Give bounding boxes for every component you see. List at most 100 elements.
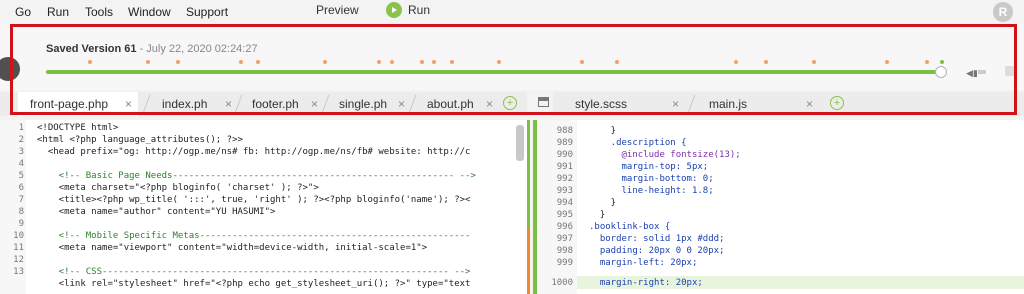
menu-tools[interactable]: Tools xyxy=(85,5,113,19)
revision-marker[interactable] xyxy=(420,60,424,64)
line-number: 2 xyxy=(18,135,24,145)
revision-marker[interactable] xyxy=(323,60,327,64)
change-marker-added xyxy=(527,120,530,228)
close-icon[interactable]: × xyxy=(311,97,318,111)
code-line: <html <?php language_attributes(); ?>> xyxy=(37,135,243,145)
line-number: 5 xyxy=(18,171,24,181)
preview-button[interactable]: Preview xyxy=(316,3,359,17)
line-number: 995 xyxy=(556,210,573,220)
play-icon xyxy=(386,2,402,18)
version-history-panel: Saved Version 61 - July 22, 2020 02:24:2… xyxy=(0,24,1024,90)
code-line: <head prefix="og: http://ogp.me/ns# fb: … xyxy=(37,147,471,157)
revision-marker[interactable] xyxy=(432,60,436,64)
code-line: } xyxy=(589,126,617,136)
revision-marker[interactable] xyxy=(88,60,92,64)
tab-style-scss[interactable]: style.scss × xyxy=(563,92,685,116)
line-number: 12 xyxy=(13,255,24,265)
history-slider-track[interactable] xyxy=(46,70,942,74)
revision-marker[interactable] xyxy=(390,60,394,64)
line-number: 9 xyxy=(18,219,24,229)
revision-marker[interactable] xyxy=(940,60,944,64)
line-number: 10 xyxy=(13,231,24,241)
menu-run[interactable]: Run xyxy=(47,5,69,19)
history-toggle-button[interactable] xyxy=(0,57,20,81)
tab-front-page[interactable]: front-page.php × xyxy=(18,92,138,116)
tab-main-js[interactable]: main.js × xyxy=(697,92,819,116)
tab-divider xyxy=(687,95,696,113)
close-icon[interactable]: × xyxy=(486,97,493,111)
panel-layout-icon[interactable] xyxy=(538,97,549,107)
menu-go[interactable]: Go xyxy=(15,5,31,19)
code-line: <title><?php wp_title( ':::', true, 'rig… xyxy=(37,195,471,205)
line-number: 1000 xyxy=(551,278,573,288)
revision-marker[interactable] xyxy=(239,60,243,64)
run-label: Run xyxy=(408,3,431,17)
editor-scrollbar[interactable] xyxy=(516,125,524,161)
code-line: border: solid 1px #ddd; xyxy=(589,234,725,244)
tab-footer[interactable]: footer.ph × xyxy=(240,92,324,116)
line-number: 996 xyxy=(556,222,573,232)
run-button[interactable]: Run xyxy=(386,2,430,18)
code-line: <!-- Basic Page Needs-------------------… xyxy=(37,171,476,181)
code-line: <meta name="author" content="YU HASUMI"> xyxy=(37,207,276,217)
left-tab-bar: front-page.php × index.ph × footer.ph × … xyxy=(0,92,527,116)
line-number: 3 xyxy=(18,147,24,157)
line-number: 6 xyxy=(18,183,24,193)
close-icon[interactable]: × xyxy=(225,97,232,111)
left-code-editor[interactable]: 1 2 3 4 5 6 7 8 9 10 11 12 13 <!DOCTYPE … xyxy=(0,120,527,294)
close-icon[interactable]: × xyxy=(672,97,679,111)
tab-single[interactable]: single.ph × xyxy=(327,92,411,116)
code-line: .description { xyxy=(589,138,687,148)
volume-track[interactable] xyxy=(978,70,986,74)
tab-index[interactable]: index.ph × xyxy=(150,92,238,116)
code-line: margin-top: 5px; xyxy=(589,162,709,172)
revision-marker[interactable] xyxy=(885,60,889,64)
revision-marker[interactable] xyxy=(176,60,180,64)
revision-marker[interactable] xyxy=(146,60,150,64)
fullscreen-icon[interactable] xyxy=(1005,66,1015,76)
menu-support[interactable]: Support xyxy=(186,5,228,19)
tab-label: about.ph xyxy=(427,97,474,111)
tab-label: front-page.php xyxy=(30,97,109,111)
avatar[interactable]: R xyxy=(993,2,1013,22)
code-line: <!DOCTYPE html> xyxy=(37,123,119,133)
code-line: } xyxy=(589,198,617,208)
code-line: <link rel="stylesheet" href="<?php echo … xyxy=(37,279,471,289)
line-number: 992 xyxy=(556,174,573,184)
close-icon[interactable]: × xyxy=(398,97,405,111)
code-line: .booklink-box { xyxy=(589,222,671,232)
revision-marker[interactable] xyxy=(925,60,929,64)
revision-marker[interactable] xyxy=(497,60,501,64)
line-number: 11 xyxy=(13,243,24,253)
close-icon[interactable]: × xyxy=(806,97,813,111)
code-line: <!-- CSS--------------------------------… xyxy=(37,267,471,277)
add-tab-icon[interactable]: + xyxy=(503,96,517,110)
revision-marker[interactable] xyxy=(580,60,584,64)
line-number: 990 xyxy=(556,150,573,160)
revision-marker[interactable] xyxy=(450,60,454,64)
revision-marker[interactable] xyxy=(734,60,738,64)
change-marker-modified xyxy=(527,228,530,294)
tab-about[interactable]: about.ph × xyxy=(415,92,499,116)
menu-bar: Go Run Tools Window Support Preview Run … xyxy=(0,0,1024,24)
revision-marker[interactable] xyxy=(256,60,260,64)
add-tab-icon[interactable]: + xyxy=(830,96,844,110)
right-tab-bar: style.scss × main.js × + xyxy=(553,92,1024,116)
volume-icon[interactable]: ◀▮ xyxy=(966,68,978,79)
line-number: 8 xyxy=(18,207,24,217)
revision-marker[interactable] xyxy=(812,60,816,64)
close-icon[interactable]: × xyxy=(125,97,132,111)
revision-marker[interactable] xyxy=(764,60,768,64)
revision-marker[interactable] xyxy=(377,60,381,64)
revision-marker[interactable] xyxy=(615,60,619,64)
line-number: 1 xyxy=(18,123,24,133)
code-line: line-height: 1.8; xyxy=(589,186,714,196)
tab-label: main.js xyxy=(709,97,748,111)
version-name: Saved Version 61 xyxy=(46,43,137,55)
version-date: - July 22, 2020 02:24:27 xyxy=(139,43,258,55)
code-line: <!-- Mobile Specific Metas--------------… xyxy=(37,231,471,241)
line-number: 988 xyxy=(556,126,573,136)
menu-window[interactable]: Window xyxy=(128,5,171,19)
right-code-editor[interactable]: 988 989 990 991 992 993 994 995 996 997 … xyxy=(533,120,1024,294)
history-slider-handle[interactable] xyxy=(935,66,947,78)
